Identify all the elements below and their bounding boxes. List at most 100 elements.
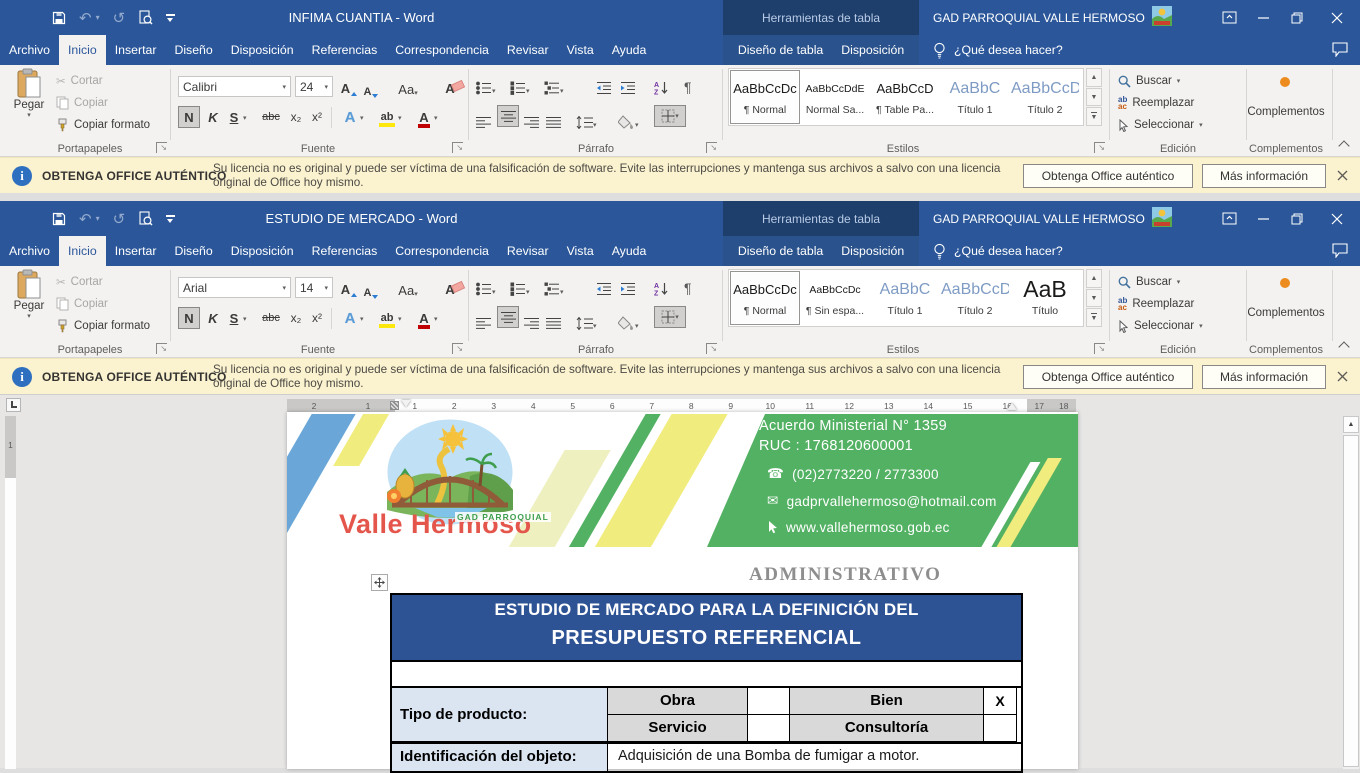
- tab-vista[interactable]: Vista: [558, 236, 603, 266]
- superscript-button[interactable]: x²: [308, 106, 326, 128]
- font-size-select[interactable]: 24▾: [295, 76, 333, 97]
- decrease-indent-button[interactable]: [596, 274, 612, 296]
- align-right-button[interactable]: [524, 308, 539, 330]
- numbering-button[interactable]: ▾: [510, 73, 530, 95]
- tab-ayuda[interactable]: Ayuda: [603, 35, 656, 65]
- font-color-dropdown-icon[interactable]: ▾: [434, 114, 438, 122]
- tab-disposicion[interactable]: Disposición: [222, 236, 303, 266]
- styles-dialog-launcher-icon[interactable]: ↘: [1094, 142, 1105, 153]
- share-comment-icon[interactable]: [1332, 243, 1348, 261]
- gallery-scroll-up-icon[interactable]: ▲: [1086, 68, 1102, 87]
- line-spacing-button[interactable]: ▾: [576, 107, 597, 129]
- sort-button[interactable]: AZ: [654, 274, 669, 296]
- style-titulo-2[interactable]: AaBbCcDTítulo 2: [1010, 70, 1080, 124]
- clipboard-dialog-launcher-icon[interactable]: ↘: [156, 142, 167, 153]
- tab-disposicion-tabla[interactable]: Disposición: [832, 236, 913, 266]
- gallery-scroll-down-icon[interactable]: ▼: [1086, 88, 1102, 107]
- align-center-button[interactable]: [497, 306, 519, 328]
- numbering-button[interactable]: ▾: [510, 274, 530, 296]
- style-normal[interactable]: AaBbCcDc¶ Normal: [730, 271, 800, 325]
- title-bar[interactable]: ↶▾ ↺ ESTUDIO DE MERCADO - Word Herramien…: [0, 201, 1360, 236]
- gallery-scroll-up-icon[interactable]: ▲: [1086, 269, 1102, 288]
- multilevel-list-button[interactable]: ▾: [544, 274, 564, 296]
- get-genuine-office-button[interactable]: Obtenga Office auténtico: [1023, 365, 1193, 389]
- text-effects-button[interactable]: A: [340, 106, 360, 128]
- grow-font-button[interactable]: A: [339, 275, 359, 297]
- style-table-pa[interactable]: AaBbCcD¶ Table Pa...: [870, 70, 940, 124]
- style-titulo-2[interactable]: AaBbCcDTítulo 2: [940, 271, 1010, 325]
- close-icon[interactable]: [1314, 201, 1360, 236]
- font-name-select[interactable]: Arial▾: [178, 277, 291, 298]
- tab-referencias[interactable]: Referencias: [303, 35, 387, 65]
- first-line-indent-marker[interactable]: [401, 400, 411, 407]
- tell-me-box[interactable]: ¿Qué desea hacer?: [933, 236, 1063, 266]
- font-size-select[interactable]: 14▾: [295, 277, 333, 298]
- tab-ayuda[interactable]: Ayuda: [603, 236, 656, 266]
- text-effects-button[interactable]: A: [340, 307, 360, 329]
- highlight-dropdown-icon[interactable]: ▾: [398, 315, 402, 323]
- bullets-button[interactable]: ▾: [476, 274, 496, 296]
- tab-diseno[interactable]: Diseño: [165, 236, 221, 266]
- subscript-button[interactable]: x₂: [287, 307, 305, 329]
- obra-mark-cell[interactable]: [748, 688, 790, 715]
- more-info-button[interactable]: Más información: [1202, 365, 1326, 389]
- italic-button[interactable]: K: [204, 307, 222, 329]
- justify-button[interactable]: [546, 308, 561, 330]
- tab-referencias[interactable]: Referencias: [303, 236, 387, 266]
- tell-me-box[interactable]: ¿Qué desea hacer?: [933, 35, 1063, 65]
- tab-archivo[interactable]: Archivo: [0, 236, 59, 266]
- multilevel-list-button[interactable]: ▾: [544, 73, 564, 95]
- addin-dot-icon[interactable]: [1280, 278, 1290, 288]
- font-color-button[interactable]: A: [414, 106, 434, 128]
- highlight-button[interactable]: ab: [376, 307, 398, 329]
- addins-button[interactable]: Complementos: [1234, 106, 1338, 118]
- strikethrough-button[interactable]: abc: [258, 307, 284, 329]
- tab-inicio[interactable]: Inicio: [59, 35, 106, 65]
- shrink-font-button[interactable]: A: [362, 76, 380, 98]
- tab-diseno[interactable]: Diseño: [165, 35, 221, 65]
- pilcrow-button[interactable]: ¶: [684, 274, 692, 296]
- gallery-expand-icon[interactable]: ▼: [1086, 308, 1102, 327]
- ribbon-display-options-icon[interactable]: [1212, 201, 1246, 236]
- vertical-ruler[interactable]: 1: [5, 416, 16, 769]
- paragraph-dialog-launcher-icon[interactable]: ↘: [706, 343, 717, 354]
- restore-icon[interactable]: [1280, 201, 1314, 236]
- gallery-scroll-down-icon[interactable]: ▼: [1086, 289, 1102, 308]
- scroll-up-icon[interactable]: ▲: [1343, 416, 1359, 433]
- text-effects-dropdown-icon[interactable]: ▾: [360, 114, 364, 122]
- decrease-indent-button[interactable]: [596, 73, 612, 95]
- change-case-button[interactable]: Aa▾: [392, 276, 424, 298]
- document-page[interactable]: Acuerdo Ministerial N° 1359 RUC : 176812…: [287, 412, 1078, 769]
- table-title-cell[interactable]: ESTUDIO DE MERCADO PARA LA DEFINICIÓN DE…: [390, 593, 1023, 662]
- style-titulo-1[interactable]: AaBbCTítulo 1: [870, 271, 940, 325]
- ident-value-cell[interactable]: Adquisición de una Bomba de fumigar a mo…: [608, 744, 1025, 771]
- tab-diseno-de-tabla[interactable]: Diseño de tabla: [729, 236, 832, 266]
- tab-disposicion[interactable]: Disposición: [222, 35, 303, 65]
- replace-button[interactable]: abacReemplazar: [1118, 93, 1194, 113]
- tab-diseno-de-tabla[interactable]: Diseño de tabla: [729, 35, 832, 65]
- increase-indent-button[interactable]: [620, 274, 636, 296]
- tab-correspondencia[interactable]: Correspondencia: [386, 35, 498, 65]
- dismiss-banner-icon[interactable]: [1337, 168, 1348, 186]
- collapse-ribbon-icon[interactable]: [1340, 142, 1350, 148]
- bien-mark-cell[interactable]: X: [984, 688, 1017, 715]
- restore-icon[interactable]: [1280, 0, 1314, 35]
- subscript-button[interactable]: x₂: [287, 106, 305, 128]
- underline-dropdown-icon[interactable]: ▾: [243, 114, 247, 122]
- format-painter-button[interactable]: Copiar formato: [56, 316, 150, 336]
- clear-formatting-button[interactable]: A: [438, 74, 462, 96]
- tab-insertar[interactable]: Insertar: [106, 35, 166, 65]
- servicio-cell[interactable]: Servicio: [608, 715, 748, 742]
- bien-cell[interactable]: Bien: [790, 688, 984, 715]
- tab-revisar[interactable]: Revisar: [498, 236, 558, 266]
- avatar[interactable]: [1152, 207, 1172, 230]
- shading-button[interactable]: ▾: [618, 308, 639, 330]
- copy-button[interactable]: Copiar: [56, 294, 108, 314]
- avatar[interactable]: [1152, 6, 1172, 29]
- tab-insertar[interactable]: Insertar: [106, 236, 166, 266]
- style-titulo-1[interactable]: AaBbCTítulo 1: [940, 70, 1010, 124]
- line-spacing-button[interactable]: ▾: [576, 308, 597, 330]
- get-genuine-office-button[interactable]: Obtenga Office auténtico: [1023, 164, 1193, 188]
- underline-dropdown-icon[interactable]: ▾: [243, 315, 247, 323]
- paragraph-dialog-launcher-icon[interactable]: ↘: [706, 142, 717, 153]
